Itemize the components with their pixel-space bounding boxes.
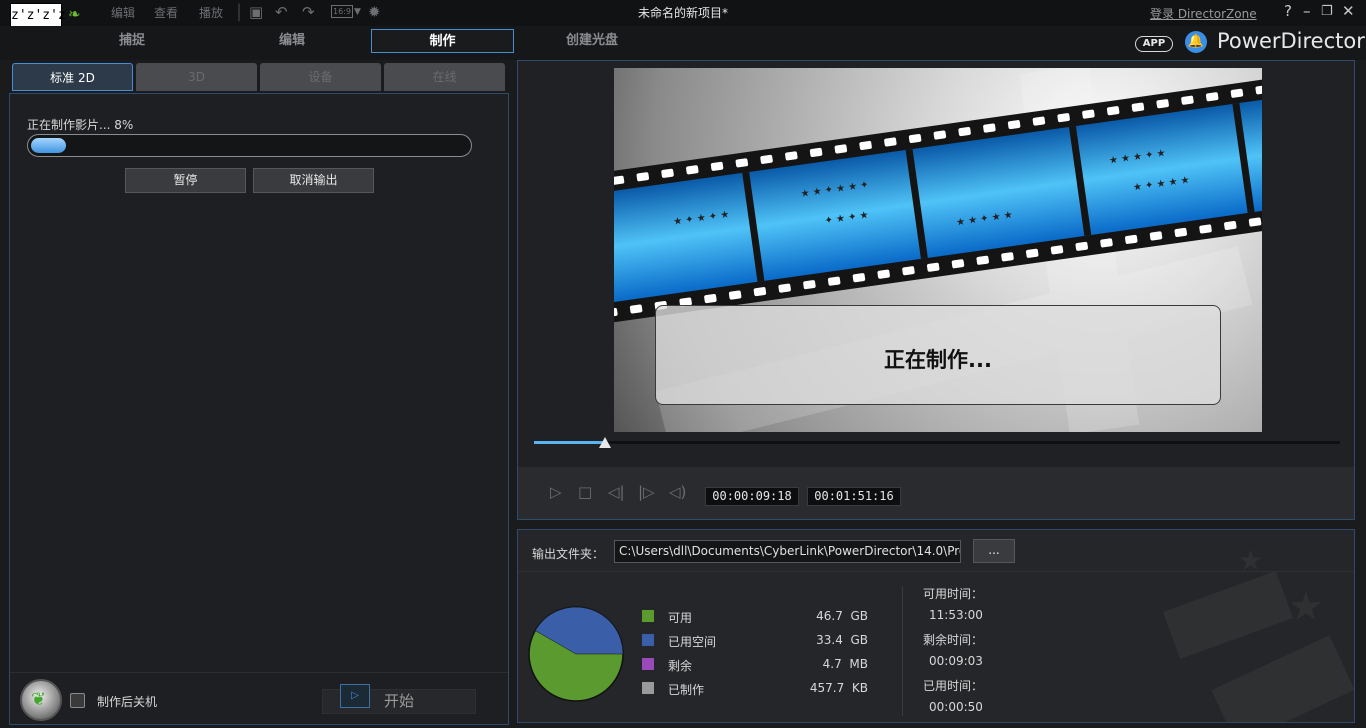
output-folder-field[interactable]: C:\Users\dll\Documents\CyberLink\PowerDi… <box>614 540 961 563</box>
main-nav: 捕捉 编辑 制作 创建光盘 APP 🔔 PowerDirector <box>0 26 1366 60</box>
shutdown-checkbox[interactable] <box>70 693 85 708</box>
cancel-output-button[interactable]: 取消输出 <box>253 168 374 193</box>
legend-value-produced: 457.7 KB <box>809 681 868 695</box>
menu-play[interactable]: 播放 <box>199 4 223 21</box>
produce-panel: 正在制作影片... 8% 暂停 取消输出 ❦ 制作后关机 开始 ▷ <box>9 93 509 725</box>
progress-bar <box>27 134 472 157</box>
current-timecode: 00:00:09:18 <box>705 487 799 506</box>
legend-label-available: 可用 <box>668 611 693 625</box>
gear-icon[interactable]: ✹ <box>368 3 381 21</box>
brand-name: PowerDirector <box>1217 29 1365 53</box>
help-button[interactable]: ? <box>1284 2 1292 20</box>
legend-swatch-remaining <box>642 658 654 670</box>
producing-overlay: 正在制作... <box>655 305 1221 405</box>
bell-icon[interactable]: 🔔 <box>1185 31 1207 53</box>
browse-button[interactable]: ... <box>973 539 1015 563</box>
pause-button[interactable]: 暂停 <box>125 168 246 193</box>
timeline-scrubber[interactable] <box>534 441 1340 444</box>
undo-icon[interactable]: ↶ <box>275 3 288 21</box>
subtab-3d[interactable]: 3D <box>136 63 257 91</box>
stop-icon[interactable]: □ <box>578 483 592 501</box>
subtab-device[interactable]: 设备 <box>260 63 381 91</box>
subtab-standard-2d[interactable]: 标准 2D <box>12 63 133 91</box>
tab-create-disc[interactable]: 创建光盘 <box>512 29 672 53</box>
legend-label-remaining: 剩余 <box>668 659 693 673</box>
tab-capture[interactable]: 捕捉 <box>52 29 212 53</box>
preview-video: ★ ✦ ★ ✦ ★ ★ ★ ✦ ★ ★ ✦ ✦ ★ ✦ ★ ★ ★ ✦ ★ ★ … <box>614 68 1262 432</box>
producing-text: 正在制作... <box>884 348 992 372</box>
scrubber-handle[interactable] <box>598 437 611 448</box>
menu-edit[interactable]: 编辑 <box>111 4 135 21</box>
output-panel: ★ ★ 输出文件夹： C:\Users\dll\Documents\CyberL… <box>517 529 1355 723</box>
tab-edit[interactable]: 编辑 <box>212 29 372 53</box>
available-time-value: 11:53:00 <box>929 608 983 622</box>
playback-controls: ▷ □ ◁| |▷ ◁) 00:00:09:18 00:01:51:16 <box>518 467 1354 519</box>
elapsed-time-value: 00:00:50 <box>929 700 983 714</box>
next-frame-icon[interactable]: |▷ <box>638 483 655 501</box>
title-bar: z'z'z'z ❧ 编辑 查看 播放 | ▣ ↶ ↷ 16:9 ▼ ✹ 未命名的… <box>0 0 1366 29</box>
film-play-icon: ▷ <box>340 684 370 708</box>
previous-frame-icon[interactable]: ◁| <box>608 483 625 501</box>
play-icon[interactable]: ▷ <box>550 483 562 501</box>
divider <box>902 586 903 716</box>
minimize-icon[interactable]: – <box>1303 2 1311 20</box>
chevron-down-icon[interactable]: ▼ <box>354 7 361 17</box>
shutdown-label: 制作后关机 <box>97 695 158 709</box>
eco-mode-button[interactable]: ❦ <box>20 679 62 721</box>
redo-icon[interactable]: ↷ <box>302 3 315 21</box>
legend-value-remaining: 4.7 MB <box>822 657 868 671</box>
legend-value-used-space: 33.4 GB <box>816 633 868 647</box>
elapsed-time-label: 已用时间： <box>923 679 984 693</box>
svg-text:★: ★ <box>1238 544 1263 577</box>
close-icon[interactable]: ✕ <box>1342 2 1355 20</box>
tab-produce[interactable]: 制作 <box>371 29 514 53</box>
legend-swatch-used-space <box>642 634 654 646</box>
legend-swatch-available <box>642 610 654 622</box>
timeline-progress <box>534 441 605 444</box>
divider <box>518 571 1354 572</box>
menu-view[interactable]: 查看 <box>154 4 178 21</box>
preview-panel: ★ ✦ ★ ✦ ★ ★ ★ ✦ ★ ★ ✦ ✦ ★ ✦ ★ ★ ★ ✦ ★ ★ … <box>517 60 1355 520</box>
volume-icon[interactable]: ◁) <box>669 483 686 501</box>
remaining-time-label: 剩余时间： <box>923 633 984 647</box>
save-icon[interactable]: ▣ <box>249 3 263 21</box>
legend-label-used-space: 已用空间 <box>668 635 717 649</box>
legend-label-produced: 已制作 <box>668 683 705 697</box>
svg-text:★: ★ <box>1288 584 1324 630</box>
available-time-label: 可用时间： <box>923 587 984 601</box>
aspect-ratio-button[interactable]: 16:9 <box>331 5 353 18</box>
disk-usage-pie <box>528 606 624 702</box>
legend-swatch-produced <box>642 682 654 694</box>
total-timecode: 00:01:51:16 <box>807 487 901 506</box>
remaining-time-value: 00:09:03 <box>929 654 983 668</box>
restore-icon[interactable]: ❐ <box>1321 4 1333 19</box>
login-link[interactable]: 登录 DirectorZone <box>1150 5 1257 22</box>
leaf-icon: ❦ <box>31 689 47 710</box>
subtab-online[interactable]: 在线 <box>384 63 505 91</box>
toolbar-divider: | <box>236 1 243 22</box>
leaf-icon: ❧ <box>68 5 81 23</box>
legend-value-available: 46.7 GB <box>816 609 868 623</box>
progress-fill <box>31 138 66 153</box>
output-folder-label: 输出文件夹： <box>532 547 605 561</box>
app-button[interactable]: APP <box>1135 36 1173 52</box>
progress-label: 正在制作影片... 8% <box>27 118 134 132</box>
produce-footer: ❦ 制作后关机 开始 ▷ <box>10 672 508 724</box>
